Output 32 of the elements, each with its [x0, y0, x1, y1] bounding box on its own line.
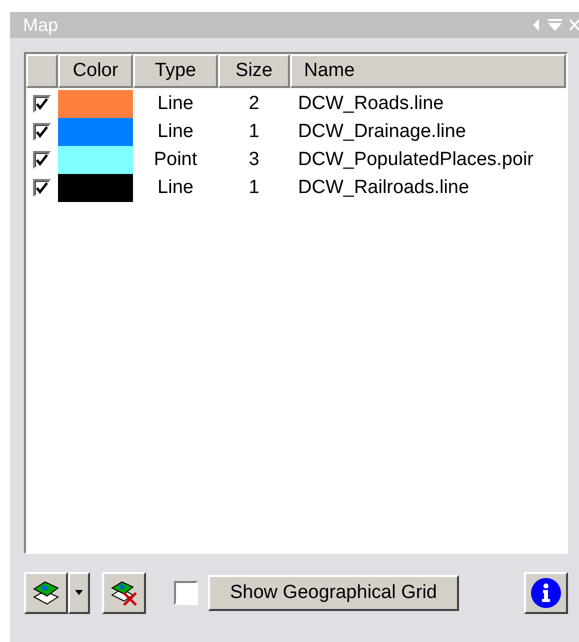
column-header[interactable]: Name — [290, 54, 566, 88]
table-cell-text: Point — [152, 149, 198, 171]
column-header[interactable]: Size — [218, 54, 290, 88]
checkmark-icon — [35, 97, 49, 111]
table-cell-text: Line — [156, 177, 194, 199]
table-cell-text: Line — [156, 93, 194, 115]
table-cell-text: 3 — [248, 149, 260, 171]
table-cell-text: DCW_Drainage.line — [297, 121, 467, 143]
checkmark-icon — [35, 125, 49, 139]
table-cell-text: 2 — [248, 93, 260, 115]
map-layers-icon — [31, 579, 61, 607]
checkbox[interactable] — [174, 581, 198, 605]
table-cell-text: 1 — [248, 177, 260, 199]
checkmark-icon — [35, 181, 49, 195]
add-layer-button[interactable] — [24, 572, 68, 614]
info-icon — [530, 577, 562, 609]
table-cell-text: DCW_PopulatedPlaces.poir — [297, 149, 535, 171]
window-title: Map — [23, 14, 58, 36]
table-cell-text: Line — [156, 121, 194, 143]
column-header[interactable]: Color — [58, 54, 133, 88]
info-button[interactable] — [524, 572, 568, 614]
table-cell-text: DCW_Roads.line — [297, 93, 445, 115]
table-cell-text: 1 — [248, 121, 260, 143]
show-grid-button[interactable]: Show Geographical Grid — [208, 575, 459, 611]
column-header[interactable] — [26, 54, 58, 88]
checkmark-icon — [35, 153, 49, 167]
remove-map-layer-icon — [109, 579, 139, 607]
dropdown-button[interactable] — [68, 572, 90, 614]
table-cell-text: DCW_Railroads.line — [297, 177, 470, 199]
column-header[interactable]: Type — [133, 54, 218, 88]
caret-icon — [75, 590, 83, 596]
remove-layer-button[interactable] — [102, 572, 146, 614]
